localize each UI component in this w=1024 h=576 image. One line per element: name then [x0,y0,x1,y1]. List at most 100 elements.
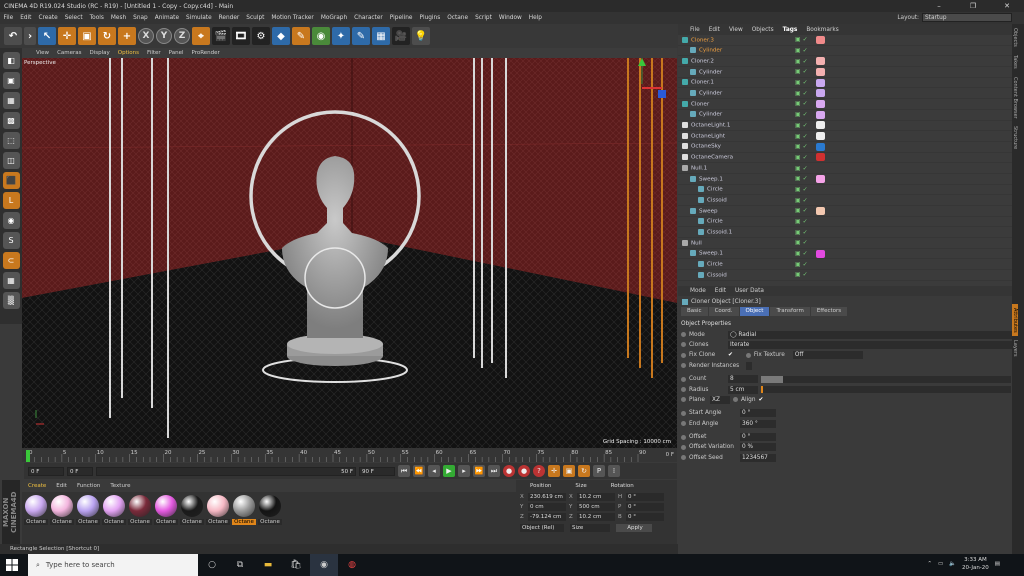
light-icon[interactable]: 💡 [412,27,430,45]
floor-icon[interactable]: ▦ [372,27,390,45]
visibility-check-icon[interactable]: ▣ ✓ [795,271,808,278]
clones-select[interactable]: Iterate [728,340,1012,349]
tweak-icon[interactable]: ◉ [2,212,20,229]
visibility-check-icon[interactable]: ▣ ✓ [795,58,808,65]
material-item[interactable]: Octane [24,495,48,525]
start-angle-field[interactable]: 0 ° [740,409,776,418]
next-key-icon[interactable]: ⏩ [473,465,485,477]
menu-motion-tracker[interactable]: Motion Tracker [268,15,317,21]
visibility-check-icon[interactable]: ▣ ✓ [795,218,808,225]
maximize-button[interactable]: ❐ [956,0,990,12]
notifications-icon[interactable]: ▤ [995,561,1000,567]
attribute-menu-mode[interactable]: Mode [690,288,706,294]
material-item[interactable]: Octane [232,495,256,525]
tab-object[interactable]: Object [739,307,770,316]
frame-range-slider[interactable]: 50 F [96,466,356,476]
render-settings-icon[interactable]: ⚙ [252,27,270,45]
end-frame-field[interactable]: 90 F [359,466,395,476]
coordinate-system-icon[interactable]: ⌖ [192,27,210,45]
tab-transform[interactable]: Transform [770,307,810,316]
viewport-menu-cameras[interactable]: Cameras [57,50,81,56]
menu-simulate[interactable]: Simulate [183,15,216,21]
visibility-check-icon[interactable]: ▣ ✓ [795,90,808,97]
goto-end-icon[interactable]: ⏭ [488,465,500,477]
radius-field[interactable]: 5 cm [728,385,758,394]
menu-file[interactable]: File [0,15,17,21]
menu-animate[interactable]: Animate [151,15,182,21]
taskbar-search[interactable]: ⌕ Type here to search [28,554,198,576]
viewport-menu-filter[interactable]: Filter [147,50,161,56]
cortana-icon[interactable]: ○ [198,554,226,576]
cinema4d-taskbar-icon[interactable]: ◉ [310,554,338,576]
pen-icon[interactable]: ✎ [292,27,310,45]
material-item[interactable]: Octane [258,495,282,525]
object-row[interactable]: Cissoid.1 ▣ ✓ [678,227,1012,239]
object-row[interactable]: Null ▣ ✓ [678,238,1012,249]
object-menu-view[interactable]: View [729,27,743,33]
offset-field[interactable]: 0 ° [740,433,776,442]
object-row[interactable]: Circle ▣ ✓ [678,185,1012,196]
mode-select[interactable]: ◯ Radial [728,330,1012,339]
menu-script[interactable]: Script [472,15,496,21]
key-pla-icon[interactable]: ⁞ [608,465,620,477]
z-axis-icon[interactable]: Z [174,28,190,44]
texture-mode-icon[interactable]: ▦ [2,92,20,109]
coord-size-field[interactable]: 10.2 cm [577,493,615,501]
object-row[interactable]: OctaneLight.1 ▣ ✓ [678,121,1012,132]
coord-size-select[interactable]: Size [570,524,610,532]
object-row[interactable]: Cloner.1 ▣ ✓ [678,78,1012,89]
offset-variation-field[interactable]: 0 % [740,443,776,452]
y-axis-icon[interactable]: Y [156,28,172,44]
material-item[interactable]: Octane [50,495,74,525]
layout-select[interactable]: Startup [922,13,1012,22]
menu-mograph[interactable]: MoGraph [317,15,350,21]
render-picture-viewer-icon[interactable]: 🎞 [232,27,250,45]
chrome-icon[interactable]: ◍ [338,554,366,576]
object-row[interactable]: Cylinder ▣ ✓ [678,110,1012,121]
side-tab-objects[interactable]: Objects [1012,24,1018,51]
material-tag-icon[interactable] [816,35,825,44]
material-tag-icon[interactable] [816,89,825,98]
side-tab-layers[interactable]: Layers [1012,336,1018,361]
object-row[interactable]: Sweep ▣ ✓ [678,206,1012,217]
menu-sculpt[interactable]: Sculpt [243,15,268,21]
object-row[interactable]: Circle ▣ ✓ [678,259,1012,271]
visibility-check-icon[interactable]: ▣ ✓ [795,250,808,257]
object-row[interactable]: OctaneCamera ▣ ✓ [678,153,1012,164]
visibility-check-icon[interactable]: ▣ ✓ [795,133,808,140]
edges-mode-icon[interactable]: ◫ [2,152,20,169]
coord-rotation-field[interactable]: 0 ° [626,503,664,511]
coord-rotation-field[interactable]: 0 ° [626,513,664,521]
timeline-ruler[interactable]: 0 5 10 15 20 25 30 35 40 45 50 55 60 65 70 75 80 85 90 0 F [22,448,677,462]
close-button[interactable]: ✕ [990,0,1024,12]
live-selection-icon[interactable]: ↖ [38,27,56,45]
move-icon[interactable]: ✛ [58,27,76,45]
material-tag-icon[interactable] [816,206,825,215]
object-row[interactable]: Cissoid ▣ ✓ [678,195,1012,206]
polygons-mode-icon[interactable]: ⬛ [2,172,20,189]
record-icon[interactable]: ● [503,465,515,477]
side-tab-takes[interactable]: Takes [1012,51,1018,73]
model-mode-icon[interactable]: ▣ [2,72,20,89]
object-row[interactable]: Cylinder ▣ ✓ [678,67,1012,78]
menu-window[interactable]: Window [495,15,525,21]
material-item[interactable]: Octane [102,495,126,525]
step-forward-icon[interactable]: ▸ [458,465,470,477]
object-row[interactable]: Sweep.1 ▣ ✓ [678,249,1012,260]
visibility-check-icon[interactable]: ▣ ✓ [795,239,808,246]
prev-key-icon[interactable]: ⏪ [413,465,425,477]
visibility-check-icon[interactable]: ▣ ✓ [795,154,808,161]
autokey-icon[interactable]: ● [518,465,530,477]
points-mode-icon[interactable]: ⬚ [2,132,20,149]
workplane-icon[interactable]: ▩ [2,112,20,129]
object-row[interactable]: Null.1 ▣ ✓ [678,163,1012,174]
make-editable-icon[interactable]: ◧ [2,52,20,69]
material-item[interactable]: Octane [180,495,204,525]
coord-position-field[interactable]: 230.619 cm [528,493,566,501]
material-tag-icon[interactable] [816,121,825,130]
coord-rotation-field[interactable]: 0 ° [626,493,664,501]
playhead[interactable] [26,450,30,462]
volume-icon[interactable]: 🔈 [949,561,956,567]
object-row[interactable]: Sweep.1 ▣ ✓ [678,174,1012,185]
material-tag-icon[interactable] [816,153,825,162]
